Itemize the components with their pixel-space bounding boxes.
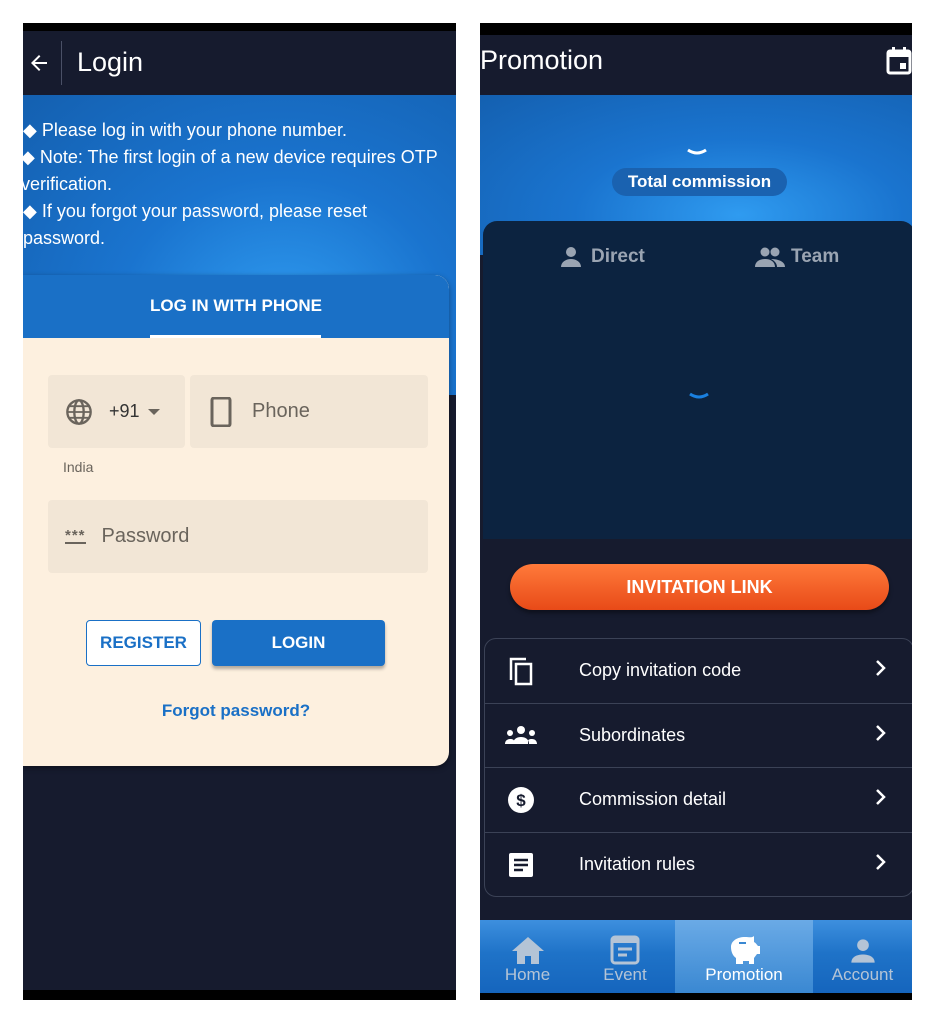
back-arrow-icon[interactable] [27, 51, 51, 75]
bottom-nav: Home Event Promotion Account [480, 920, 912, 993]
copy-icon [509, 657, 533, 685]
password-input[interactable]: *** Password [48, 500, 428, 573]
calendar-icon[interactable] [886, 47, 912, 75]
piggy-bank-icon [731, 936, 760, 964]
group-icon [505, 726, 537, 745]
menu-label: Invitation rules [579, 854, 696, 875]
calendar-icon [610, 935, 640, 965]
menu-label: Commission detail [579, 789, 727, 810]
caret-down-icon [147, 408, 160, 415]
stats-card: Direct Team [483, 221, 912, 539]
nav-promotion[interactable]: Promotion [675, 920, 813, 993]
tab-label: Team [791, 246, 840, 267]
menu-label: Subordinates [579, 724, 686, 745]
dollar-icon: $ [508, 786, 534, 813]
promotion-screen: Promotion Total commission Direct Team I… [480, 23, 912, 1000]
divider [61, 41, 62, 85]
loading-spinner [689, 392, 709, 399]
nav-account[interactable]: Account [813, 920, 912, 993]
menu-item-subordinates[interactable]: Subordinates [485, 704, 912, 768]
bottom-bar [480, 993, 912, 1000]
person-icon [850, 939, 875, 963]
bottom-bar [23, 990, 456, 1000]
nav-label: Account [831, 965, 894, 984]
login-screen: Login ◆ Please log in with your phone nu… [23, 23, 456, 1000]
status-bar [480, 23, 912, 35]
document-icon [509, 852, 533, 877]
forgot-password-link[interactable]: Forgot password? [23, 701, 449, 721]
globe-icon [66, 398, 92, 425]
chevron-right-icon [875, 659, 887, 682]
phone-placeholder: Phone [252, 400, 310, 422]
loading-spinner [687, 148, 707, 155]
page-title: Login [77, 47, 144, 77]
note: ◆ Note: The first login of a new device … [23, 147, 438, 194]
group-icon [755, 247, 785, 267]
password-placeholder: Password [101, 525, 190, 547]
menu-item-copy-invitation-code[interactable]: Copy invitation code [485, 639, 912, 704]
tab-indicator [150, 335, 321, 338]
note: ◆ If you forgot your password, please re… [23, 201, 368, 248]
phone-input[interactable]: Phone [190, 375, 428, 448]
nav-label: Home [504, 965, 551, 984]
tab-label: Direct [591, 246, 645, 267]
home-icon [511, 937, 544, 964]
phone-icon [210, 396, 232, 427]
nav-label: Event [603, 965, 647, 984]
login-card: LOG IN WITH PHONE +91 Phone India *** Pa… [23, 275, 449, 766]
nav-home[interactable]: Home [480, 920, 575, 993]
password-icon: *** [65, 526, 86, 544]
nav-event[interactable]: Event [575, 920, 675, 993]
menu-label: Copy invitation code [579, 660, 742, 681]
register-button[interactable]: REGISTER [86, 620, 201, 666]
tab-label: LOG IN WITH PHONE [150, 296, 322, 315]
invitation-link-button[interactable]: INVITATION LINK [510, 564, 889, 610]
chevron-right-icon [875, 724, 887, 747]
login-button[interactable]: LOGIN [212, 620, 385, 666]
header: Login [23, 31, 456, 95]
menu-item-invitation-rules[interactable]: Invitation rules [485, 833, 912, 898]
total-commission-label: Total commission [612, 168, 787, 196]
tab-direct[interactable]: Direct [559, 245, 645, 269]
country-code: +91 [109, 401, 140, 421]
note: ◆ Please log in with your phone number. [23, 120, 348, 140]
chevron-right-icon [875, 788, 887, 811]
login-notes: ◆ Please log in with your phone number. … [23, 117, 453, 252]
nav-label: Promotion [705, 965, 783, 984]
svg-text:$: $ [516, 791, 526, 810]
country-code-select[interactable]: +91 [48, 375, 185, 448]
chevron-right-icon [875, 853, 887, 876]
page-title: Promotion [480, 45, 604, 75]
tab-team[interactable]: Team [755, 245, 839, 269]
person-icon [561, 247, 581, 267]
country-name: India [63, 459, 94, 475]
tab-login-with-phone[interactable]: LOG IN WITH PHONE [23, 275, 449, 338]
promotion-menu: Copy invitation code Subordinates $ Comm… [484, 638, 912, 897]
menu-item-commission-detail[interactable]: $ Commission detail [485, 768, 912, 833]
status-bar [23, 23, 456, 31]
